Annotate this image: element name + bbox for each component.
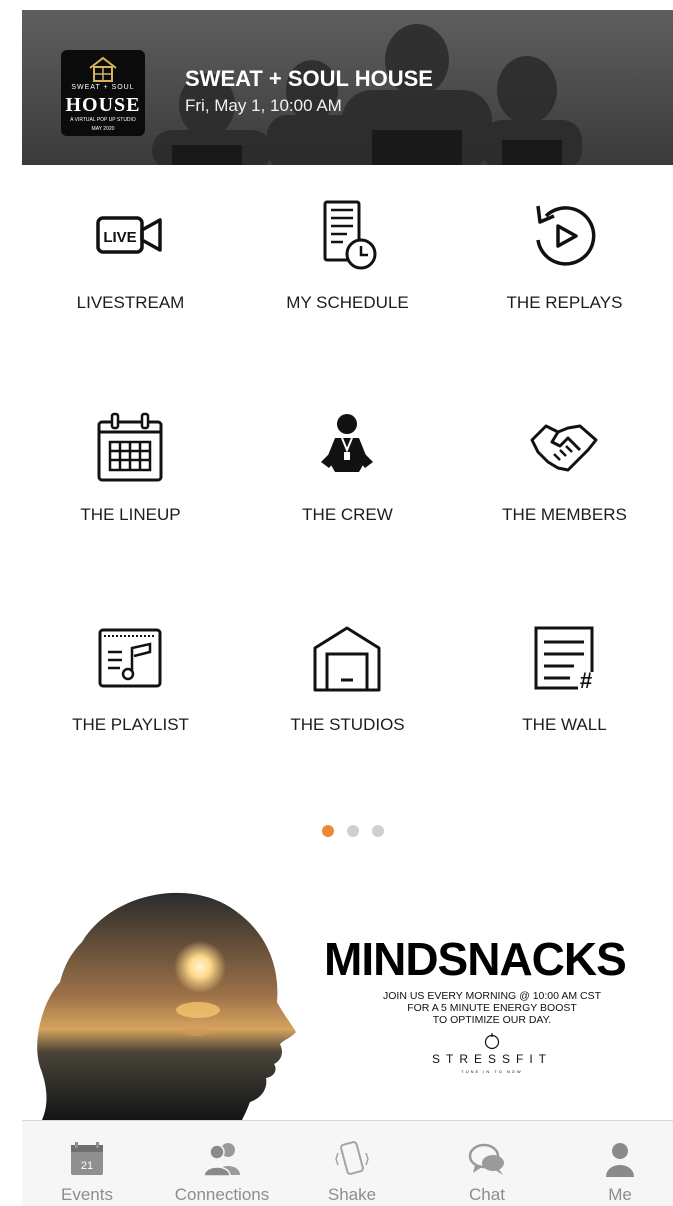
tile-the-members[interactable]: THE MEMBERS xyxy=(456,412,673,612)
studio-garage-icon xyxy=(313,626,381,692)
tab-events[interactable]: 21 Events xyxy=(37,1121,137,1206)
tile-label: THE PLAYLIST xyxy=(72,715,189,734)
tab-connections[interactable]: Connections xyxy=(162,1121,282,1206)
silhouette-sunset-image xyxy=(37,892,296,1120)
tab-label: Connections xyxy=(174,1185,270,1204)
tile-the-wall[interactable]: # THE WALL xyxy=(456,622,673,822)
tab-me[interactable]: Me xyxy=(577,1121,663,1206)
tile-label: THE MEMBERS xyxy=(502,505,627,524)
tile-the-crew[interactable]: THE CREW xyxy=(239,412,456,612)
page-dot-1[interactable] xyxy=(322,825,334,837)
page-dot-3[interactable] xyxy=(372,825,384,837)
tile-label: THE LINEUP xyxy=(80,505,181,524)
event-logo: SWEAT + SOUL HOUSE A VIRTUAL POP UP STUD… xyxy=(61,50,145,136)
banner-brand: STRESSFIT xyxy=(431,1052,552,1066)
tab-shake[interactable]: Shake xyxy=(307,1121,397,1206)
tile-the-replays[interactable]: THE REPLAYS xyxy=(456,200,673,400)
tile-the-lineup[interactable]: THE LINEUP xyxy=(22,412,239,612)
event-header: SWEAT + SOUL HOUSE A VIRTUAL POP UP STUD… xyxy=(22,10,673,165)
tab-label: Events xyxy=(61,1185,113,1204)
playlist-music-icon xyxy=(98,628,162,688)
tab-label: Shake xyxy=(327,1185,377,1204)
stressfit-logo-icon xyxy=(484,1033,500,1050)
people-icon xyxy=(203,1143,240,1177)
banner-line-2: FOR A 5 MINUTE ENERGY BOOST xyxy=(407,1002,577,1014)
house-logo-icon xyxy=(89,56,117,82)
calendar-21-icon: 21 xyxy=(71,1142,103,1175)
chat-bubbles-icon xyxy=(468,1143,504,1175)
page-indicator xyxy=(320,825,390,839)
live-video-icon: LIVE xyxy=(96,216,162,254)
tile-label: LIVESTREAM xyxy=(76,293,185,312)
tab-label: Me xyxy=(608,1185,632,1204)
handshake-icon xyxy=(530,424,598,472)
tile-label: THE REPLAYS xyxy=(506,293,623,312)
crew-person-icon xyxy=(321,414,373,472)
tile-the-playlist[interactable]: THE PLAYLIST xyxy=(22,622,239,822)
event-title: SWEAT + SOUL HOUSE xyxy=(185,66,433,91)
mindsnacks-banner[interactable]: MINDSNACKS JOIN US EVERY MORNING @ 10:00… xyxy=(22,872,673,1120)
tile-label: THE CREW xyxy=(302,505,393,524)
banner-tagline: TUNE IN TO NOW xyxy=(461,1069,523,1074)
banner-title: MINDSNACKS xyxy=(324,933,627,985)
calendar-icon xyxy=(97,412,163,482)
logo-line4: MAY 2020 xyxy=(91,126,115,132)
wall-hashtag-icon: # xyxy=(534,626,594,693)
tile-label: THE WALL xyxy=(522,715,607,734)
shake-phone-icon xyxy=(335,1141,369,1175)
schedule-clock-icon xyxy=(323,200,377,270)
app-screen: SWEAT + SOUL HOUSE A VIRTUAL POP UP STUD… xyxy=(22,10,673,1206)
tile-the-studios[interactable]: THE STUDIOS xyxy=(239,622,456,822)
person-icon xyxy=(606,1143,634,1177)
page-dot-2[interactable] xyxy=(347,825,359,837)
events-badge: 21 xyxy=(81,1160,93,1172)
tile-label: MY SCHEDULE xyxy=(286,293,409,312)
tile-label: THE STUDIOS xyxy=(290,715,405,734)
logo-line3: A VIRTUAL POP UP STUDIO xyxy=(70,117,136,123)
banner-line-3: TO OPTIMIZE OUR DAY. xyxy=(432,1014,552,1026)
tab-label: Chat xyxy=(469,1185,505,1204)
tile-livestream[interactable]: LIVE LIVESTREAM xyxy=(22,200,239,400)
replay-icon xyxy=(536,205,596,266)
svg-text:#: # xyxy=(580,668,592,693)
bottom-tab-bar: 21 Events Connections Shake Chat Me xyxy=(22,1120,673,1206)
tab-chat[interactable]: Chat xyxy=(442,1121,532,1206)
tile-my-schedule[interactable]: MY SCHEDULE xyxy=(239,200,456,400)
svg-text:LIVE: LIVE xyxy=(103,229,136,246)
banner-line-1: JOIN US EVERY MORNING @ 10:00 AM CST xyxy=(383,990,601,1002)
logo-line2: HOUSE xyxy=(65,94,141,116)
logo-line1: SWEAT + SOUL xyxy=(71,84,135,91)
event-datetime: Fri, May 1, 10:00 AM xyxy=(185,96,342,115)
